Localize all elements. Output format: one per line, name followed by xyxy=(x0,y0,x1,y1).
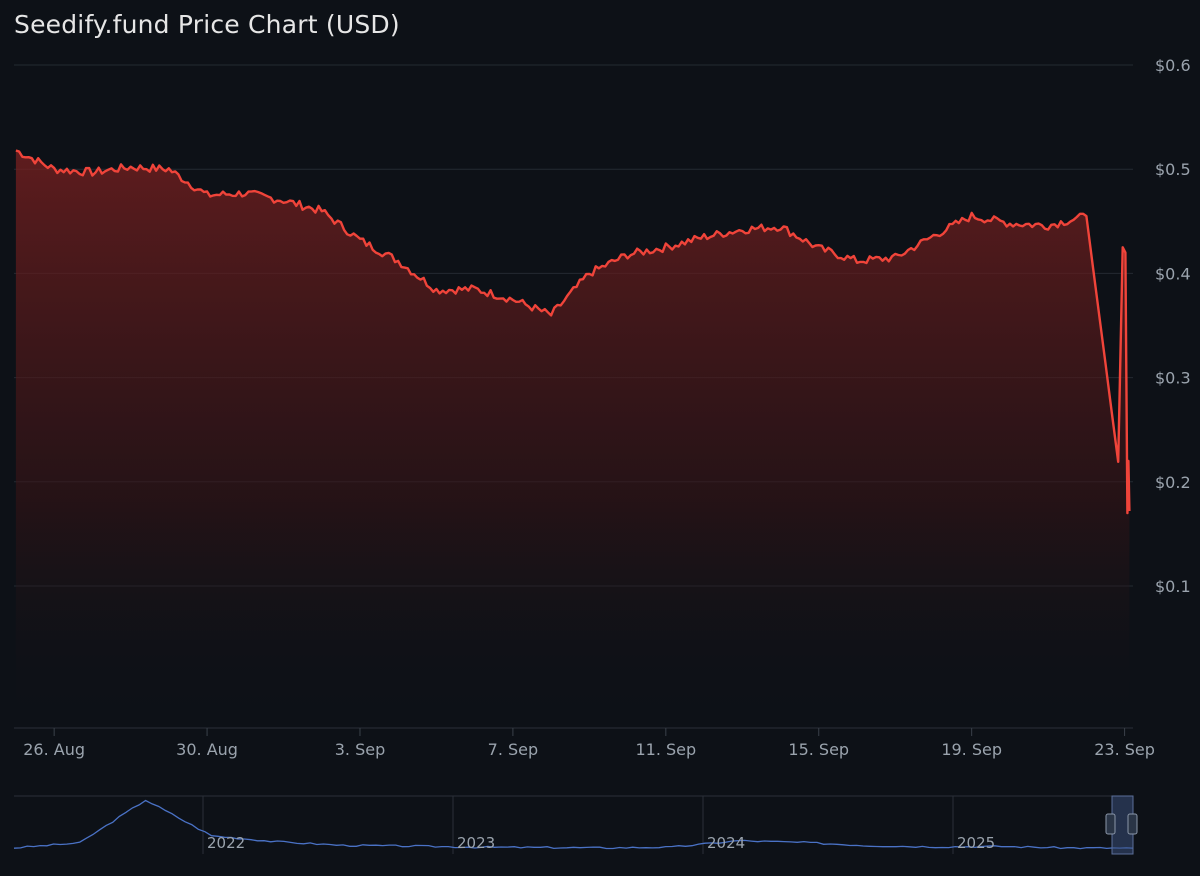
navigator[interactable]: 2022 2023 2024 2025 xyxy=(13,795,1138,855)
navigator-left-handle[interactable] xyxy=(1105,813,1116,835)
x-tick-label: 19. Sep xyxy=(941,740,1002,759)
x-tick-label: 7. Sep xyxy=(488,740,539,759)
y-tick-label: $0.4 xyxy=(1155,264,1191,283)
y-axis-ticks: $0.6 $0.5 $0.4 $0.3 $0.2 $0.1 xyxy=(1155,56,1191,596)
y-tick-label: $0.1 xyxy=(1155,577,1191,596)
y-tick-label: $0.3 xyxy=(1155,369,1191,388)
x-tick-label: 15. Sep xyxy=(788,740,849,759)
y-tick-label: $0.5 xyxy=(1155,160,1191,179)
x-axis-ticks: 26. Aug 30. Aug 3. Sep 7. Sep 11. Sep 15. Sep… xyxy=(23,728,1155,759)
navigator-year-label: 2023 xyxy=(457,834,495,852)
x-tick-label: 3. Sep xyxy=(335,740,386,759)
navigator-right-handle[interactable] xyxy=(1127,813,1138,835)
y-tick-label: $0.2 xyxy=(1155,473,1191,492)
price-chart[interactable]: $0.6 $0.5 $0.4 $0.3 $0.2 $0.1 26. Aug 30. Aug 3… xyxy=(0,0,1200,876)
navigator-year-label: 2022 xyxy=(207,834,245,852)
x-tick-label: 23. Sep xyxy=(1094,740,1155,759)
navigator-year-label: 2025 xyxy=(957,834,995,852)
chart-container: Seedify.fund Price Chart (USD) $0.6 $0.5 $… xyxy=(0,0,1200,876)
x-tick-label: 26. Aug xyxy=(23,740,85,759)
navigator-gridlines xyxy=(202,796,954,854)
y-tick-label: $0.6 xyxy=(1155,56,1191,75)
x-tick-label: 30. Aug xyxy=(176,740,238,759)
price-area xyxy=(15,150,1130,728)
navigator-year-labels: 2022 2023 2024 2025 xyxy=(207,834,995,852)
navigator-year-label: 2024 xyxy=(707,834,745,852)
x-tick-label: 11. Sep xyxy=(635,740,696,759)
